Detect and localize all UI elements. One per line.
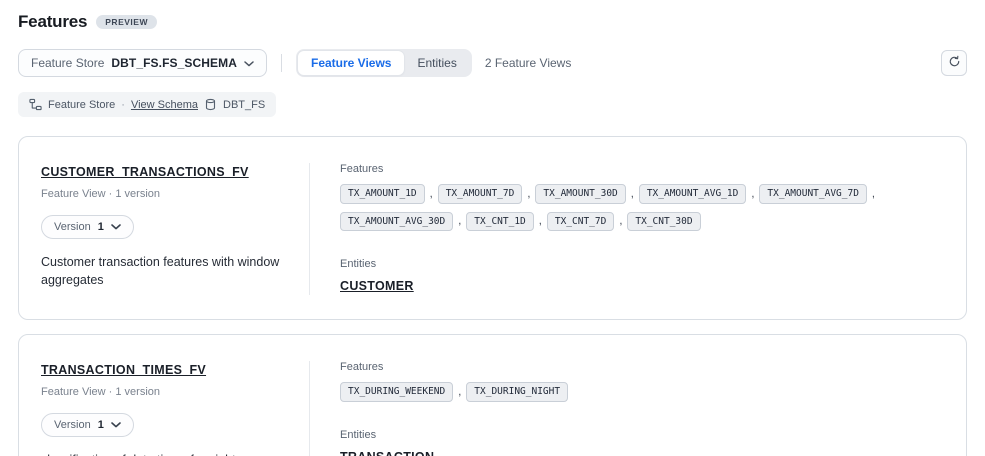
feature-chip[interactable]: TX_AMOUNT_AVG_7D <box>759 184 867 203</box>
feature-view-description: Customer transaction features with windo… <box>41 254 291 289</box>
chip-separator: , <box>751 188 754 200</box>
chip-separator: , <box>458 386 461 398</box>
breadcrumb: Feature Store · View Schema DBT_FS <box>18 92 276 117</box>
feature-store-selector-label: Feature Store <box>31 56 104 70</box>
chevron-down-icon <box>111 221 121 233</box>
entity-link[interactable]: CUSTOMER <box>340 279 414 293</box>
breadcrumb-store-label: Feature Store <box>48 99 115 111</box>
feature-view-name-link[interactable]: CUSTOMER_TRANSACTIONS_FV <box>41 165 249 179</box>
feature-view-card: TRANSACTION_TIMES_FV Feature View · 1 ve… <box>18 334 967 456</box>
card-left-column: TRANSACTION_TIMES_FV Feature View · 1 ve… <box>41 361 309 456</box>
feature-chip[interactable]: TX_AMOUNT_30D <box>535 184 625 203</box>
feature-chip[interactable]: TX_AMOUNT_1D <box>340 184 425 203</box>
feature-chip[interactable]: TX_DURING_NIGHT <box>466 382 568 401</box>
entities-label: Entities <box>340 258 944 270</box>
feature-chip[interactable]: TX_AMOUNT_AVG_1D <box>639 184 747 203</box>
schema-icon <box>29 98 42 111</box>
version-label: Version <box>54 419 91 431</box>
breadcrumb-database-name: DBT_FS <box>223 99 265 111</box>
toolbar-divider <box>281 54 282 72</box>
breadcrumb-separator: · <box>121 99 125 111</box>
chip-separator: , <box>527 188 530 200</box>
feature-views-count: 2 Feature Views <box>485 56 572 70</box>
version-dropdown[interactable]: Version 1 <box>41 215 134 239</box>
features-chip-list: TX_DURING_WEEKEND, TX_DURING_NIGHT <box>340 382 944 401</box>
page-title: Features <box>18 12 87 32</box>
tab-feature-views[interactable]: Feature Views <box>298 51 404 75</box>
feature-chip[interactable]: TX_CNT_1D <box>466 212 533 231</box>
card-right-column: Features TX_DURING_WEEKEND, TX_DURING_NIG… <box>310 361 944 456</box>
database-icon <box>204 98 217 111</box>
feature-chip[interactable]: TX_CNT_30D <box>627 212 700 231</box>
refresh-button[interactable] <box>941 50 967 76</box>
feature-view-description: classification of date times for nights … <box>41 452 291 456</box>
toolbar: Feature Store DBT_FS.FS_SCHEMA Feature V… <box>18 49 967 77</box>
card-right-column: Features TX_AMOUNT_1D,TX_AMOUNT_7D,TX_AM… <box>310 163 944 295</box>
feature-view-cards: CUSTOMER_TRANSACTIONS_FV Feature View · … <box>18 136 967 456</box>
version-dropdown[interactable]: Version 1 <box>41 413 134 437</box>
chevron-down-icon <box>244 56 254 70</box>
title-row: Features PREVIEW <box>18 12 967 32</box>
features-page: Features PREVIEW Feature Store DBT_FS.FS… <box>0 0 985 456</box>
entities-list: CUSTOMER <box>340 270 944 295</box>
feature-store-selector[interactable]: Feature Store DBT_FS.FS_SCHEMA <box>18 49 267 77</box>
card-left-column: CUSTOMER_TRANSACTIONS_FV Feature View · … <box>41 163 309 295</box>
chip-separator: , <box>872 188 875 200</box>
feature-view-meta: Feature View · 1 version <box>41 386 309 398</box>
version-value: 1 <box>98 419 104 431</box>
feature-chip[interactable]: TX_DURING_WEEKEND <box>340 382 453 401</box>
version-label: Version <box>54 221 91 233</box>
feature-store-selector-value: DBT_FS.FS_SCHEMA <box>111 56 237 70</box>
feature-chip[interactable]: TX_AMOUNT_7D <box>438 184 523 203</box>
chip-separator: , <box>631 188 634 200</box>
entities-label: Entities <box>340 429 944 441</box>
chevron-down-icon <box>111 419 121 431</box>
feature-view-name-link[interactable]: TRANSACTION_TIMES_FV <box>41 363 206 377</box>
view-tabs: Feature Views Entities <box>296 49 472 77</box>
chip-separator: , <box>458 215 461 227</box>
features-chip-list: TX_AMOUNT_1D, TX_AMOUNT_7D, TX_AMOUNT_30D,… <box>340 184 944 231</box>
chip-separator: , <box>539 215 542 227</box>
preview-badge: PREVIEW <box>96 15 157 30</box>
features-label: Features <box>340 361 944 373</box>
feature-chip[interactable]: TX_CNT_7D <box>547 212 614 231</box>
entity-link[interactable]: TRANSACTION <box>340 450 434 456</box>
version-value: 1 <box>98 221 104 233</box>
chip-separator: , <box>619 215 622 227</box>
features-label: Features <box>340 163 944 175</box>
view-schema-link[interactable]: View Schema <box>131 99 198 111</box>
feature-chip[interactable]: TX_AMOUNT_AVG_30D <box>340 212 453 231</box>
tab-entities[interactable]: Entities <box>404 51 469 75</box>
chip-separator: , <box>430 188 433 200</box>
entities-list: TRANSACTION <box>340 441 944 456</box>
refresh-icon <box>948 55 961 71</box>
feature-view-card: CUSTOMER_TRANSACTIONS_FV Feature View · … <box>18 136 967 320</box>
feature-view-meta: Feature View · 1 version <box>41 188 309 200</box>
